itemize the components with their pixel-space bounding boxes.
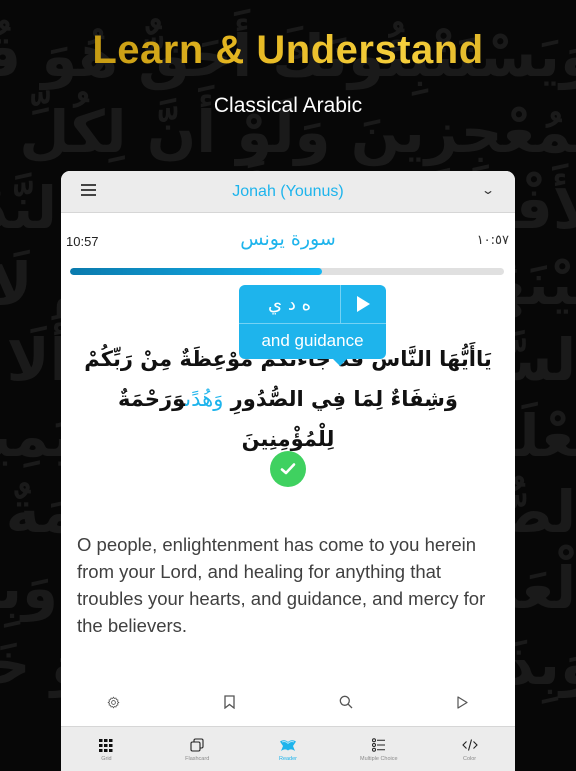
nav-title[interactable]: Jonah (Younus) bbox=[232, 183, 344, 201]
surah-title: سورة يونس bbox=[240, 228, 336, 250]
open-book-icon bbox=[279, 737, 297, 753]
tab-label: Flashcard bbox=[185, 756, 210, 762]
root-letters[interactable]: ه د ي bbox=[239, 285, 341, 323]
grid-icon bbox=[99, 737, 113, 753]
play-icon[interactable] bbox=[452, 692, 472, 712]
reader-toolbar bbox=[61, 686, 515, 716]
gear-icon[interactable] bbox=[103, 692, 123, 712]
navigation-bar: Jonah (Younus) ⌄ bbox=[61, 171, 515, 213]
hamburger-icon[interactable] bbox=[81, 184, 96, 196]
flashcard-icon bbox=[190, 737, 204, 753]
chevron-down-icon[interactable]: ⌄ bbox=[481, 183, 495, 197]
highlighted-word[interactable]: وَهُدًى bbox=[185, 387, 223, 411]
tab-flashcard[interactable]: Flashcard bbox=[152, 727, 243, 771]
hero-title: Learn & Understand bbox=[0, 28, 576, 73]
list-checklist-icon bbox=[371, 737, 386, 753]
word-popup: ه د ي and guidance bbox=[239, 285, 386, 366]
tab-label: Color bbox=[463, 756, 477, 762]
tab-color[interactable]: Color bbox=[424, 727, 515, 771]
tab-grid[interactable]: Grid bbox=[61, 727, 152, 771]
code-icon bbox=[461, 737, 478, 753]
device-screen: Jonah (Younus) ⌄ 10:57 سورة يونس ١٠:٥٧ ي… bbox=[61, 171, 515, 771]
tab-label: Grid bbox=[101, 756, 112, 762]
hero-subtitle: Classical Arabic bbox=[213, 94, 363, 117]
word-meaning: and guidance bbox=[261, 331, 364, 350]
time-right-arabic: ١٠:٥٧ bbox=[476, 233, 509, 248]
tab-bar: Grid Flashcard Reader Multiple Choice Co… bbox=[61, 726, 515, 771]
verse-translation: O people, enlightenment has come to you … bbox=[77, 534, 486, 636]
tab-reader[interactable]: Reader bbox=[243, 727, 334, 771]
reader-header: 10:57 سورة يونس ١٠:٥٧ bbox=[61, 213, 515, 265]
checkmark-icon[interactable] bbox=[270, 451, 306, 487]
reading-progress-bar[interactable] bbox=[70, 268, 504, 275]
tab-label: Multiple Choice bbox=[359, 756, 398, 762]
search-icon[interactable] bbox=[336, 692, 356, 712]
play-icon[interactable] bbox=[341, 285, 386, 323]
progress-fill bbox=[70, 268, 322, 275]
tab-multiple-choice[interactable]: Multiple Choice bbox=[333, 727, 424, 771]
tab-label: Reader bbox=[278, 756, 298, 762]
bookmark-icon[interactable] bbox=[219, 692, 239, 712]
popup-pointer bbox=[332, 358, 348, 366]
